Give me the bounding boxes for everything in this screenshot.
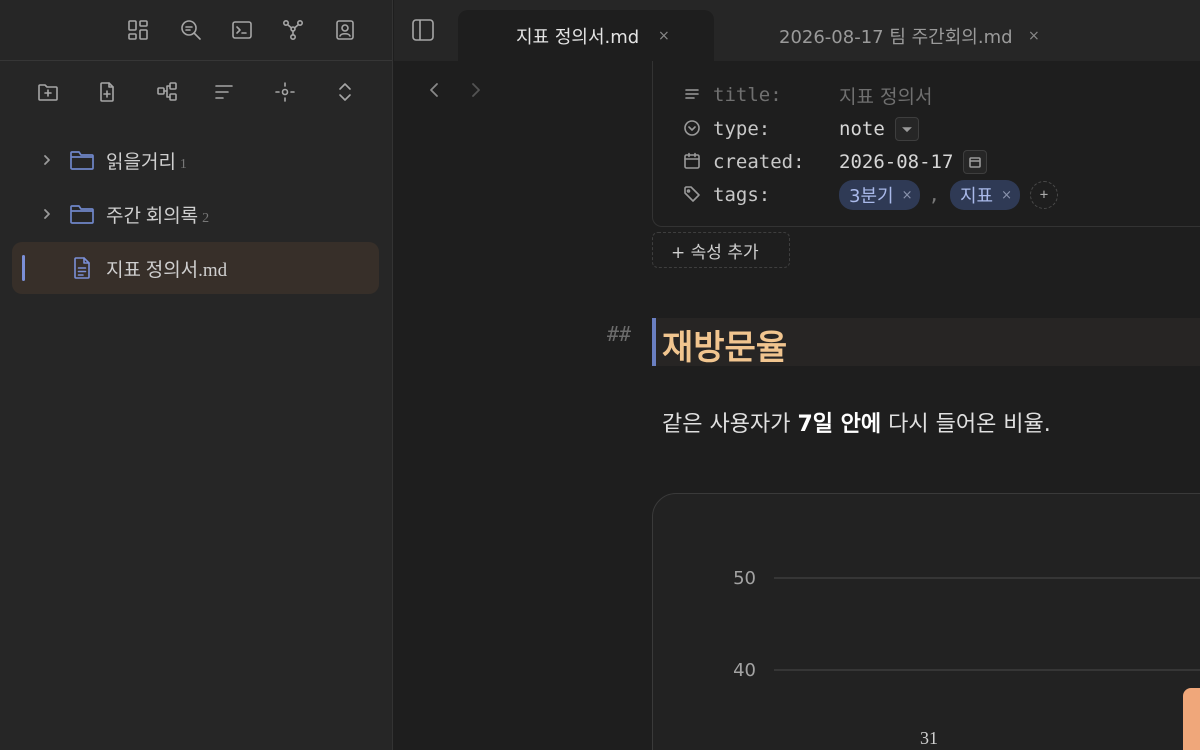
tab-label: 지표 정의서.md: [516, 26, 640, 48]
tab-weekly-meeting[interactable]: 2026-08-17 팀 주간회의.md ×: [734, 10, 1064, 61]
paragraph-text: 다시 들어온 비율.: [881, 412, 1051, 437]
date-picker-button[interactable]: [963, 150, 988, 174]
property-tags[interactable]: tags: 3분기 × , 지표 × +: [683, 180, 1058, 210]
tree-file-metrics-definition[interactable]: 지표 정의서.md: [12, 242, 379, 294]
property-key: title:: [713, 84, 782, 106]
tag-remove-icon[interactable]: ×: [1001, 188, 1012, 203]
y-tick-label: 50: [733, 568, 756, 589]
paragraph-text: 같은 사용자가: [662, 412, 798, 437]
y-tick-label: 40: [733, 660, 756, 681]
property-value[interactable]: 지표 정의서: [839, 82, 932, 109]
folder-icon: [69, 148, 95, 172]
terminal-icon[interactable]: [227, 15, 257, 45]
tree-item-label: 지표 정의서.md: [106, 260, 228, 281]
file-tree: 읽을거리 1 주간 회의록 2 지표 정의서.md: [12, 134, 379, 296]
property-title[interactable]: title: 지표 정의서: [683, 80, 932, 110]
text-lines-icon: [683, 85, 703, 105]
property-created[interactable]: created: 2026-08-17: [683, 147, 988, 177]
property-key: type:: [713, 118, 771, 140]
data-label: 31: [920, 728, 938, 748]
sidebar-toggle-icon[interactable]: [410, 17, 438, 45]
tag-label: 지표: [959, 186, 994, 207]
add-tag-button[interactable]: +: [1029, 181, 1058, 209]
tree-item-count: 1: [179, 157, 187, 172]
chart-bar: [1183, 688, 1200, 750]
body-paragraph[interactable]: 같은 사용자가 7일 안에 다시 들어온 비율.: [662, 406, 1051, 438]
property-key: tags:: [713, 184, 771, 206]
tag-label: 3분기: [849, 186, 894, 207]
tab-close-icon[interactable]: ×: [658, 28, 670, 44]
search-zoom-icon[interactable]: [176, 15, 206, 45]
tree-item-label: 읽을거리: [106, 152, 176, 173]
paragraph-bold: 7일 안에: [797, 412, 882, 437]
tab-bar: 지표 정의서.md × 2026-08-17 팀 주간회의.md ×: [394, 0, 1200, 61]
graph-icon[interactable]: [278, 15, 308, 45]
section-heading[interactable]: 재방문율: [662, 320, 787, 369]
active-indicator: [22, 255, 25, 281]
add-property-button[interactable]: + 속성 추가: [652, 232, 790, 268]
expand-collapse-icon[interactable]: [330, 77, 360, 107]
chevron-right-icon[interactable]: [40, 152, 54, 166]
tree-item-count: 2: [202, 211, 210, 226]
chevron-right-icon[interactable]: [40, 206, 54, 220]
circle-chevron-icon: [683, 119, 703, 139]
new-file-icon[interactable]: [92, 77, 122, 107]
tab-close-icon[interactable]: ×: [1028, 28, 1040, 44]
property-value[interactable]: note: [839, 118, 885, 140]
file-explorer-toolbar: [0, 61, 392, 123]
dashboard-icon[interactable]: [123, 15, 153, 45]
property-type[interactable]: type: note: [683, 114, 919, 144]
back-arrow-icon[interactable]: [424, 78, 444, 102]
heading-marker: ##: [607, 322, 632, 346]
tag-icon: [683, 185, 703, 205]
properties-panel: title: 지표 정의서 type: note created: 2026-0…: [652, 61, 1200, 227]
tab-label: 2026-08-17 팀 주간회의.md: [779, 26, 1013, 48]
property-key: created:: [713, 151, 805, 173]
tab-metrics-definition[interactable]: 지표 정의서.md ×: [458, 10, 714, 61]
sidebar: 읽을거리 1 주간 회의록 2 지표 정의서.md: [0, 0, 393, 750]
tag-separator: ,: [928, 184, 940, 206]
tag-remove-icon[interactable]: ×: [902, 188, 913, 203]
document-icon: [71, 256, 93, 280]
tree-folder-weekly-meetings[interactable]: 주간 회의록 2: [12, 188, 379, 240]
forward-arrow-icon[interactable]: [466, 78, 486, 102]
folder-icon: [69, 202, 95, 226]
dropdown-button[interactable]: [894, 117, 919, 141]
new-folder-icon[interactable]: [33, 77, 63, 107]
tree-view-icon[interactable]: [152, 77, 182, 107]
locate-icon[interactable]: [270, 77, 300, 107]
tree-item-label: 주간 회의록: [106, 206, 199, 227]
sidebar-ribbon: [0, 0, 392, 61]
editor-area: 지표 정의서.md × 2026-08-17 팀 주간회의.md × title…: [394, 0, 1200, 750]
tag-chip[interactable]: 지표 ×: [949, 180, 1020, 210]
property-value[interactable]: 2026-08-17: [839, 151, 953, 173]
retention-chart: 50 40 31: [733, 568, 1200, 750]
tree-folder-reading[interactable]: 읽을거리 1: [12, 134, 379, 186]
tag-chip[interactable]: 3분기 ×: [839, 180, 921, 210]
calendar-icon: [683, 152, 703, 172]
contact-icon[interactable]: [330, 15, 360, 45]
sort-icon[interactable]: [209, 77, 239, 107]
